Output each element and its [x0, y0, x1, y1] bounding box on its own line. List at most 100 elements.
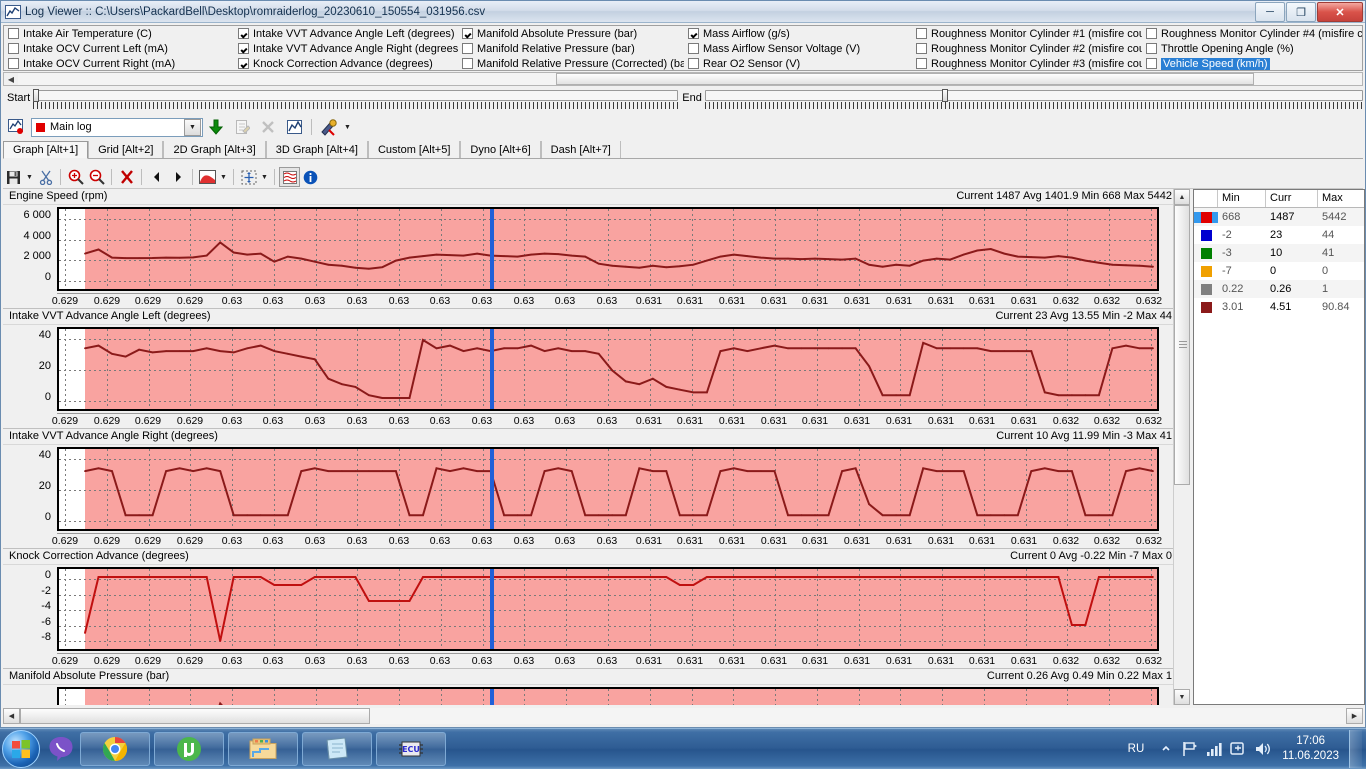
fit-view-icon[interactable]: [238, 167, 259, 187]
taskbar-clock[interactable]: 17:06 11.06.2023: [1274, 734, 1347, 764]
tab-grid[interactable]: Grid [Alt+2]: [88, 141, 164, 158]
start-slider-thumb[interactable]: [33, 89, 40, 102]
taskbar-item-notepad[interactable]: [302, 732, 372, 766]
checkbox-icon[interactable]: [8, 28, 19, 39]
parameter-checkbox-item[interactable]: Intake OCV Current Left (mA): [6, 41, 234, 56]
parameter-checkbox-item[interactable]: Mass Airflow Sensor Voltage (V): [686, 41, 912, 56]
scroll-left-icon[interactable]: ◀: [4, 73, 18, 85]
fit-view-dropdown-icon[interactable]: ▼: [259, 167, 270, 187]
tray-language[interactable]: RU: [1120, 742, 1155, 757]
taskbar-item-utorrent[interactable]: [154, 732, 224, 766]
plot-canvas[interactable]: [57, 327, 1159, 411]
checkbox-icon[interactable]: [238, 58, 249, 69]
settings-dropdown-icon[interactable]: ▼: [342, 117, 353, 137]
checkbox-icon[interactable]: [688, 43, 699, 54]
action-center-icon[interactable]: [1226, 737, 1250, 761]
graph-panel[interactable]: Knock Correction Advance (degrees) Curren…: [3, 549, 1178, 669]
chart-style-icon[interactable]: [197, 167, 218, 187]
parameter-list[interactable]: Intake Air Temperature (C) Intake OCV Cur…: [3, 25, 1363, 71]
end-slider-track[interactable]: [704, 90, 1363, 101]
table-row[interactable]: 3.01 4.51 90.84: [1194, 298, 1364, 316]
vscroll-thumb[interactable]: [1174, 205, 1190, 485]
parameter-checkbox-item[interactable]: Roughness Monitor Cylinder #2 (misfire c…: [914, 41, 1142, 56]
graph-log-icon[interactable]: [283, 117, 305, 137]
checkbox-icon[interactable]: [1146, 58, 1157, 69]
hscroll-track[interactable]: [18, 73, 1362, 85]
scroll-right-icon[interactable]: ▶: [1346, 708, 1363, 724]
clear-icon[interactable]: [116, 167, 137, 187]
chevron-down-icon[interactable]: ▼: [184, 118, 201, 136]
checkbox-icon[interactable]: [916, 58, 927, 69]
restore-button[interactable]: ❐: [1286, 2, 1316, 22]
info-icon[interactable]: [300, 167, 321, 187]
zoom-in-icon[interactable]: [65, 167, 86, 187]
scroll-left-icon[interactable]: ◀: [3, 708, 20, 724]
download-log-icon[interactable]: [205, 117, 227, 137]
network-signal-icon[interactable]: [1202, 737, 1226, 761]
chart-style-dropdown-icon[interactable]: ▼: [218, 167, 229, 187]
checkbox-icon[interactable]: [8, 58, 19, 69]
parameter-list-hscrollbar[interactable]: ◀: [3, 72, 1363, 86]
checkbox-icon[interactable]: [916, 43, 927, 54]
parameter-checkbox-item[interactable]: Intake OCV Current Right (mA): [6, 56, 234, 70]
close-button[interactable]: ✕: [1317, 2, 1363, 22]
minimize-button[interactable]: ─: [1255, 2, 1285, 22]
taskbar-item-viber[interactable]: [46, 733, 76, 765]
checkbox-icon[interactable]: [238, 43, 249, 54]
tab-dash[interactable]: Dash [Alt+7]: [540, 141, 621, 158]
checkbox-icon[interactable]: [688, 58, 699, 69]
plot-canvas[interactable]: [57, 567, 1159, 651]
table-row[interactable]: -2 23 44: [1194, 226, 1364, 244]
parameter-checkbox-item[interactable]: Roughness Monitor Cylinder #1 (misfire c…: [914, 26, 1142, 41]
scroll-up-icon[interactable]: ▲: [1174, 189, 1190, 205]
graph-plot-area[interactable]: 40 20 0 0.629 0.629 0.629 0.629 0.63 0.63 0.63 0.6…: [3, 445, 1178, 549]
graph-panel[interactable]: Manifold Absolute Pressure (bar) Current …: [3, 669, 1178, 705]
checkbox-icon[interactable]: [1146, 28, 1157, 39]
plot-canvas[interactable]: [57, 207, 1159, 291]
checkbox-icon[interactable]: [462, 28, 473, 39]
main-hscrollbar[interactable]: ◀ ▶: [3, 707, 1363, 725]
main-hscroll-thumb[interactable]: [20, 708, 370, 724]
parameter-checkbox-item[interactable]: Knock Correction Advance (degrees): [236, 56, 458, 70]
parameter-checkbox-item[interactable]: Roughness Monitor Cylinder #4 (misfire c…: [1144, 26, 1362, 41]
taskbar-item-ecu-app[interactable]: ECU: [376, 732, 446, 766]
cursor-line[interactable]: [490, 209, 494, 289]
open-log-icon[interactable]: [5, 117, 27, 137]
table-row[interactable]: 668 1487 5442: [1194, 208, 1364, 226]
parameter-checkbox-item[interactable]: Manifold Absolute Pressure (bar): [460, 26, 684, 41]
cursor-line[interactable]: [490, 569, 494, 649]
start-slider[interactable]: [33, 89, 679, 109]
flag-icon[interactable]: [1178, 737, 1202, 761]
cursor-line[interactable]: [490, 689, 494, 705]
tab-dyno[interactable]: Dyno [Alt+6]: [460, 141, 541, 158]
graph-plot-area[interactable]: 40 20 0 0.629 0.629 0.629 0.629 0.63 0.63 0.63 0.6…: [3, 325, 1178, 429]
start-slider-track[interactable]: [33, 90, 679, 101]
cut-icon[interactable]: [35, 167, 56, 187]
show-desktop-button[interactable]: [1349, 730, 1362, 768]
checkbox-icon[interactable]: [916, 28, 927, 39]
parameter-checkbox-item[interactable]: Rear O2 Sensor (V): [686, 56, 912, 70]
checkbox-icon[interactable]: [8, 43, 19, 54]
checkbox-icon[interactable]: [462, 43, 473, 54]
overlay-traces-icon[interactable]: [279, 167, 300, 187]
tab-2d[interactable]: 2D Graph [Alt+3]: [163, 141, 266, 158]
plot-canvas[interactable]: [57, 447, 1159, 531]
taskbar-item-chrome[interactable]: [80, 732, 150, 766]
parameter-checkbox-item[interactable]: Intake VVT Advance Angle Right (degrees): [236, 41, 458, 56]
next-icon[interactable]: [167, 167, 188, 187]
graph-vscrollbar[interactable]: ▲ ▼: [1173, 189, 1190, 705]
save-icon[interactable]: [3, 167, 24, 187]
checkbox-icon[interactable]: [688, 28, 699, 39]
graph-panel[interactable]: Intake VVT Advance Angle Right (degrees)…: [3, 429, 1178, 549]
scroll-down-icon[interactable]: ▼: [1174, 689, 1190, 705]
tab-custom[interactable]: Custom [Alt+5]: [367, 141, 461, 158]
volume-icon[interactable]: [1250, 737, 1274, 761]
previous-icon[interactable]: [146, 167, 167, 187]
log-selector-combobox[interactable]: Main log ▼: [31, 117, 203, 137]
table-row[interactable]: 0.22 0.26 1: [1194, 280, 1364, 298]
parameter-checkbox-item[interactable]: Manifold Relative Pressure (Corrected) (…: [460, 56, 684, 70]
end-slider-thumb[interactable]: [941, 89, 948, 102]
end-slider[interactable]: [704, 89, 1363, 109]
main-tabs[interactable]: Graph [Alt+1] Grid [Alt+2] 2D Graph [Alt+3…: [3, 140, 1363, 159]
cursor-line[interactable]: [490, 449, 494, 529]
